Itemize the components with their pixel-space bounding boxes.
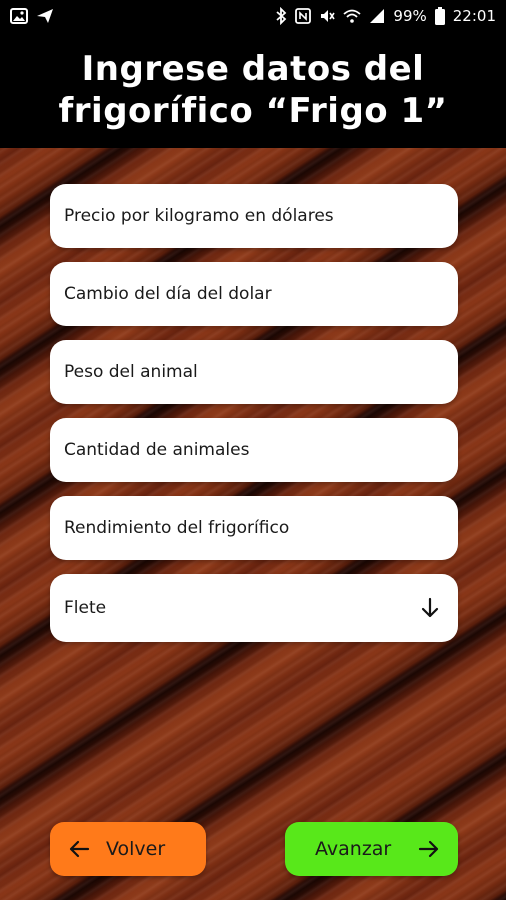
exchange-rate-field[interactable]: Cambio del día del dolar [50,262,458,326]
animal-weight-label: Peso del animal [64,362,198,382]
arrow-right-icon [416,836,442,862]
yield-label: Rendimiento del frigorífico [64,518,290,538]
mute-icon [319,7,336,25]
arrow-left-icon [66,836,92,862]
next-button[interactable]: Avanzar [285,822,458,876]
signal-icon [369,7,385,25]
bluetooth-icon [275,7,287,25]
page-header: Ingrese datos del frigorífico “Frigo 1” [0,32,506,148]
wifi-icon [343,7,362,25]
send-icon [36,7,54,25]
next-button-label: Avanzar [315,838,392,860]
freight-label: Flete [64,598,107,618]
page-title: Ingrese datos del frigorífico “Frigo 1” [58,48,448,132]
image-icon [10,7,28,25]
price-per-kg-field[interactable]: Precio por kilogramo en dólares [50,184,458,248]
animal-count-label: Cantidad de animales [64,440,250,460]
back-button[interactable]: Volver [50,822,206,876]
yield-field[interactable]: Rendimiento del frigorífico [50,496,458,560]
status-right-group: 99% 22:01 [275,7,496,25]
arrow-down-icon[interactable] [416,594,444,622]
back-button-label: Volver [106,838,166,860]
animal-weight-field[interactable]: Peso del animal [50,340,458,404]
freight-dropdown[interactable]: Flete [50,574,458,642]
status-bar: 99% 22:01 [0,0,506,32]
battery-icon [434,7,445,25]
animal-count-field[interactable]: Cantidad de animales [50,418,458,482]
exchange-rate-label: Cambio del día del dolar [64,284,272,304]
nfc-icon [295,7,312,25]
price-per-kg-label: Precio por kilogramo en dólares [64,206,334,226]
status-left-group [10,7,54,25]
status-time: 22:01 [452,7,496,25]
battery-percent: 99% [393,7,427,25]
